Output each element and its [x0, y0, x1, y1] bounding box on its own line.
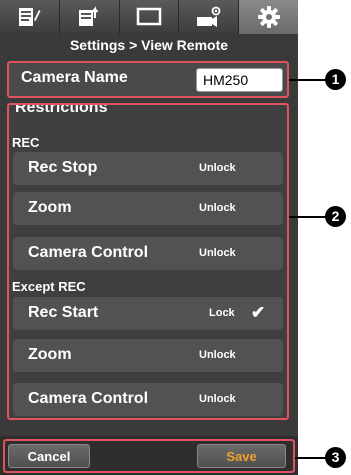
row-state: Unlock — [199, 247, 236, 259]
row-label: Zoom — [28, 346, 72, 363]
callout-marker-3: 3 — [325, 447, 346, 468]
row-label: Rec Start — [28, 304, 99, 321]
rec-start-row[interactable]: Rec Start Lock ✔ — [13, 297, 283, 330]
rec-zoom-row[interactable]: Zoom Unlock — [13, 192, 283, 225]
row-state: Unlock — [199, 202, 236, 214]
row-label: Camera Control — [28, 390, 149, 407]
camera-name-field[interactable]: HM250 — [196, 68, 283, 92]
callout-marker-2: 2 — [325, 206, 346, 227]
camera-name-label: Camera Name — [21, 69, 128, 86]
callout-line-2 — [289, 216, 326, 218]
section-label-rec: REC — [12, 135, 40, 150]
tab-upload[interactable] — [60, 0, 120, 34]
callout-line-3 — [295, 457, 326, 459]
camera-settings-icon — [196, 6, 221, 27]
rec-stop-row[interactable]: Rec Stop Unlock — [13, 152, 283, 185]
save-button[interactable]: Save — [197, 444, 286, 468]
restrictions-heading: Restrictions — [15, 103, 108, 116]
button-section: Cancel Save — [3, 439, 295, 473]
app-screen: Settings > View Remote Camera Name HM250… — [0, 0, 298, 475]
camera-name-section: Camera Name HM250 — [7, 61, 289, 98]
gear-icon — [257, 6, 280, 28]
tab-monitor[interactable] — [120, 0, 180, 34]
rec-camera-control-row[interactable]: Camera Control Unlock — [13, 237, 283, 270]
except-rec-zoom-row[interactable]: Zoom Unlock — [13, 339, 283, 372]
cancel-button[interactable]: Cancel — [8, 444, 90, 468]
callout-marker-1: 1 — [325, 69, 346, 90]
tab-edit[interactable] — [0, 0, 60, 34]
monitor-icon — [136, 7, 162, 26]
row-state: Lock — [209, 307, 235, 319]
callout-line-1 — [289, 79, 326, 81]
tab-bar — [0, 0, 298, 34]
section-label-except-rec: Except REC — [12, 279, 86, 294]
upload-list-icon — [79, 6, 99, 26]
except-rec-camera-control-row[interactable]: Camera Control Unlock — [13, 383, 283, 416]
checkmark-icon: ✔ — [251, 303, 266, 322]
edit-list-icon — [19, 8, 41, 26]
row-state: Unlock — [199, 349, 236, 361]
tab-camera-settings[interactable] — [179, 0, 240, 34]
row-state: Unlock — [199, 393, 236, 405]
page-title: Settings > View Remote — [0, 34, 298, 56]
tab-settings[interactable] — [239, 0, 298, 34]
restrictions-section: Restrictions REC Rec Stop Unlock Zoom Un… — [7, 103, 289, 420]
row-label: Camera Control — [28, 244, 149, 261]
row-label: Zoom — [28, 199, 72, 216]
row-label: Rec Stop — [28, 159, 98, 176]
row-state: Unlock — [199, 162, 236, 174]
